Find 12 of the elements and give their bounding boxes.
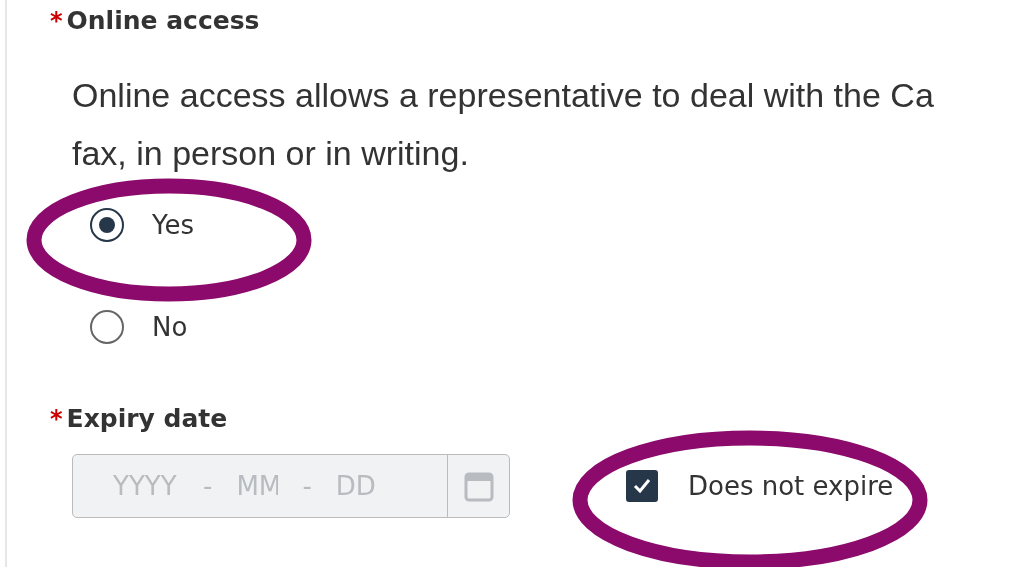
checkbox-label: Does not expire: [688, 471, 894, 501]
required-mark: *: [50, 7, 63, 35]
required-mark: *: [50, 405, 63, 433]
radio-button[interactable]: [90, 310, 124, 344]
date-separator: -: [203, 471, 213, 501]
field-label: Expiry date: [66, 404, 228, 433]
radio-label: Yes: [152, 210, 194, 240]
field-label: Online access: [66, 6, 260, 35]
radio-button[interactable]: [90, 208, 124, 242]
description-text: Online access allows a representative to deal with the Ca fax, in person or in writing.: [72, 75, 935, 174]
date-separator: -: [302, 471, 312, 501]
radio-label: No: [152, 312, 188, 342]
